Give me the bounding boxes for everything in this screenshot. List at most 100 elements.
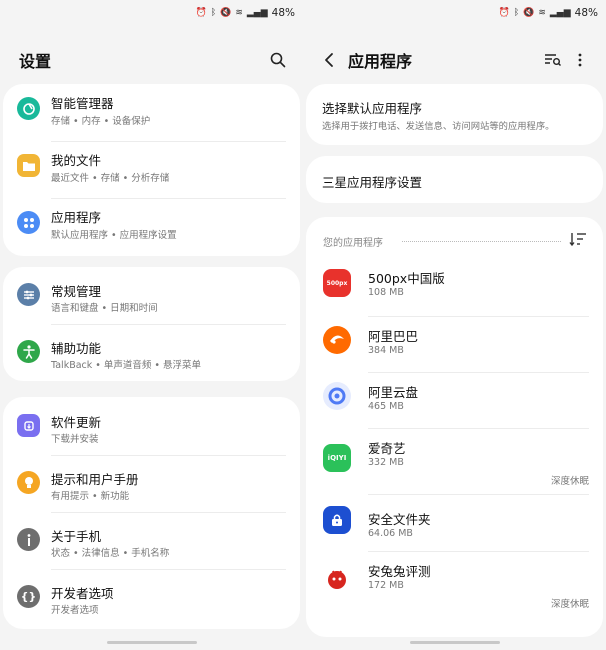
- settings-group-1: 智能管理器 存储 • 内存 • 设备保护 我的文件 最近文件 • 存储 • 分析…: [3, 84, 300, 256]
- battery-percent: 48%: [271, 7, 295, 19]
- update-icon: [17, 414, 40, 437]
- app-name: 爱奇艺: [368, 441, 406, 456]
- settings-group-3: 软件更新 下载并安装 提示和用户手册 有用提示 • 新功能 关于手机 状态 • …: [3, 397, 300, 629]
- alarm-icon: ⏰: [195, 7, 207, 18]
- settings-item-accessibility[interactable]: 辅助功能 TalkBack • 单声道音频 • 悬浮菜单: [3, 324, 300, 381]
- settings-item-subtitle: 默认应用程序 • 应用程序设置: [51, 230, 177, 241]
- back-arrow-icon: [325, 53, 333, 67]
- bluetooth-icon: ᛒ: [210, 7, 217, 18]
- section-divider: [402, 241, 561, 242]
- filter-search-icon: [545, 54, 561, 66]
- home-indicator[interactable]: [106, 641, 197, 644]
- home-indicator[interactable]: [409, 641, 500, 644]
- settings-item-subtitle: 下载并安装: [51, 434, 99, 445]
- page-title: 设置: [19, 52, 52, 71]
- page-title: 应用程序: [348, 52, 413, 71]
- search-button[interactable]: [266, 48, 290, 72]
- app-size: 64.06 MB: [368, 528, 413, 539]
- apps-screen: ⏰ ᛒ 🔇 ≋ ▂▄▆ 48% 应用程序 选择默认应用程序 选择用于拨打电话、发…: [303, 0, 606, 650]
- wifi-icon: ≋: [235, 7, 243, 18]
- signal-icon: ▂▄▆: [549, 7, 571, 18]
- settings-item-title: 智能管理器: [51, 96, 114, 111]
- battery-percent: 48%: [574, 7, 598, 19]
- app-row-secure-folder[interactable]: 安全文件夹 64.06 MB: [306, 494, 603, 551]
- settings-item-developer-options[interactable]: {} 开发者选项 开发者选项: [3, 569, 300, 627]
- lightbulb-icon: [17, 471, 40, 494]
- app-status-tag: 深度休眠: [550, 599, 589, 610]
- app-row-500px[interactable]: 500px 500px中国版 108 MB: [306, 259, 603, 316]
- status-bar: ⏰ ᛒ 🔇 ≋ ▂▄▆ 48%: [0, 0, 303, 26]
- mute-icon: 🔇: [523, 7, 535, 18]
- settings-item-about-phone[interactable]: 关于手机 状态 • 法律信息 • 手机名称: [3, 512, 300, 569]
- settings-item-title: 常规管理: [51, 284, 102, 299]
- settings-item-subtitle: 状态 • 法律信息 • 手机名称: [51, 548, 170, 559]
- app-name: 阿里巴巴: [368, 329, 419, 344]
- settings-item-title: 提示和用户手册: [51, 472, 139, 487]
- app-row-antutu[interactable]: 安兔兔评测 172 MB 深度休眠: [306, 551, 603, 617]
- app-name: 安全文件夹: [368, 512, 431, 527]
- settings-group-2: 常规管理 语言和键盘 • 日期和时间 辅助功能 TalkBack • 单声道音频…: [3, 267, 300, 381]
- app-name: 安兔兔评测: [368, 564, 431, 579]
- braces-icon: {}: [17, 585, 40, 608]
- app-size: 172 MB: [368, 580, 404, 591]
- more-options-button[interactable]: [568, 48, 592, 72]
- back-button[interactable]: [317, 48, 341, 72]
- settings-item-my-files[interactable]: 我的文件 最近文件 • 存储 • 分析存储: [3, 141, 300, 198]
- settings-item-title: 开发者选项: [51, 586, 114, 601]
- your-apps-card: 您的应用程序 500px 500px中国版 108 MB 阿里巴巴 384 MB: [306, 217, 603, 637]
- antutu-app-icon: [323, 565, 351, 593]
- alibaba-app-icon: [323, 326, 351, 354]
- default-apps-title: 选择默认应用程序: [322, 101, 423, 116]
- accessibility-icon: [17, 340, 40, 363]
- settings-item-title: 关于手机: [51, 529, 102, 544]
- app-row-iqiyi[interactable]: iQIYI 爱奇艺 332 MB 深度休眠: [306, 428, 603, 494]
- bluetooth-icon: ᛒ: [513, 7, 520, 18]
- settings-item-subtitle: 开发者选项: [51, 605, 99, 616]
- your-apps-label: 您的应用程序: [323, 238, 383, 249]
- app-size: 465 MB: [368, 401, 404, 412]
- settings-item-subtitle: 有用提示 • 新功能: [51, 491, 130, 502]
- sort-icon: [569, 233, 586, 247]
- filter-search-button[interactable]: [541, 48, 565, 72]
- samsung-app-settings-card[interactable]: 三星应用程序设置: [306, 156, 603, 203]
- device-care-icon: [17, 97, 40, 120]
- app-name: 阿里云盘: [368, 385, 419, 400]
- search-icon: [270, 52, 286, 68]
- default-apps-card[interactable]: 选择默认应用程序 选择用于拨打电话、发送信息、访问网站等的应用程序。: [306, 84, 603, 145]
- app-status-tag: 深度休眠: [550, 476, 589, 487]
- alarm-icon: ⏰: [498, 7, 510, 18]
- signal-icon: ▂▄▆: [246, 7, 268, 18]
- settings-item-software-update[interactable]: 软件更新 下载并安装: [3, 397, 300, 454]
- app-row-alibaba[interactable]: 阿里巴巴 384 MB: [306, 316, 603, 372]
- settings-item-title: 软件更新: [51, 415, 102, 430]
- settings-item-apps[interactable]: 应用程序 默认应用程序 • 应用程序设置: [3, 198, 300, 256]
- apps-header: 应用程序: [303, 44, 606, 76]
- mute-icon: 🔇: [220, 7, 232, 18]
- settings-item-title: 应用程序: [51, 210, 102, 225]
- status-bar: ⏰ ᛒ 🔇 ≋ ▂▄▆ 48%: [303, 0, 606, 26]
- settings-item-title: 我的文件: [51, 153, 102, 168]
- apps-grid-icon: [17, 211, 40, 234]
- sliders-icon: [17, 283, 40, 306]
- info-icon: [17, 528, 40, 551]
- samsung-app-settings-title: 三星应用程序设置: [322, 175, 423, 190]
- iqiyi-app-icon: iQIYI: [323, 444, 351, 472]
- default-apps-subtitle: 选择用于拨打电话、发送信息、访问网站等的应用程序。: [322, 121, 555, 132]
- settings-item-general-management[interactable]: 常规管理 语言和键盘 • 日期和时间: [3, 267, 300, 324]
- app-name: 500px中国版: [368, 271, 445, 286]
- settings-header: 设置: [0, 44, 303, 76]
- app-row-aliyun-drive[interactable]: 阿里云盘 465 MB: [306, 372, 603, 428]
- settings-screen: ⏰ ᛒ 🔇 ≋ ▂▄▆ 48% 设置 智能管理器 存储 • 内存 • 设备保护: [0, 0, 303, 650]
- secure-folder-app-icon: [323, 506, 351, 534]
- settings-item-device-care[interactable]: 智能管理器 存储 • 内存 • 设备保护: [3, 84, 300, 141]
- more-vertical-icon: [578, 53, 582, 67]
- settings-item-subtitle: 最近文件 • 存储 • 分析存储: [51, 173, 170, 184]
- settings-item-tips-manual[interactable]: 提示和用户手册 有用提示 • 新功能: [3, 455, 300, 512]
- settings-item-title: 辅助功能: [51, 341, 102, 356]
- 500px-app-icon: 500px: [323, 269, 351, 297]
- settings-item-subtitle: 存储 • 内存 • 设备保护: [51, 116, 151, 127]
- sort-button[interactable]: [569, 231, 587, 249]
- app-size: 108 MB: [368, 287, 404, 298]
- settings-item-subtitle: 语言和键盘 • 日期和时间: [51, 303, 158, 314]
- app-size: 332 MB: [368, 457, 404, 468]
